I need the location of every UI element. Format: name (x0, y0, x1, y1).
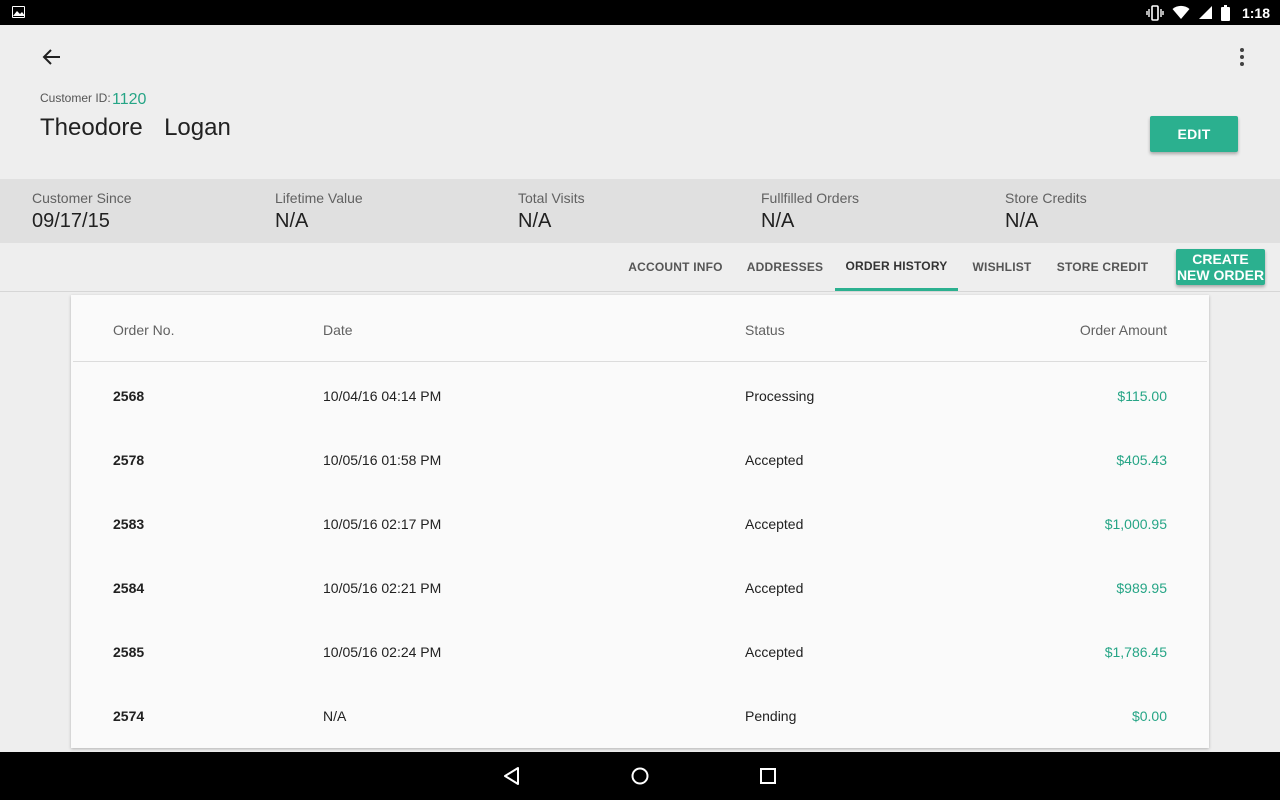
nav-home-button[interactable] (628, 764, 652, 788)
order-number: 2578 (113, 452, 145, 468)
status-icons: 1:18 (1146, 0, 1270, 25)
stat-customer-since: Customer Since 09/17/15 (32, 190, 132, 233)
order-date: 10/05/16 01:58 PM (323, 452, 442, 468)
stat-label: Fullfilled Orders (761, 190, 860, 206)
order-date: 10/05/16 02:21 PM (323, 580, 442, 596)
nav-back-icon (504, 767, 519, 785)
order-status: Accepted (745, 452, 804, 468)
stat-label: Customer Since (32, 190, 132, 206)
order-amount: $115.00 (1117, 388, 1167, 404)
stat-value: N/A (761, 210, 795, 232)
back-button[interactable] (36, 45, 68, 69)
customer-header: Customer ID: 1120 Theodore Logan EDIT (0, 25, 1280, 179)
nav-back-button[interactable] (500, 764, 524, 788)
tab-wishlist[interactable]: WISHLIST (958, 243, 1046, 291)
order-number: 2585 (113, 644, 145, 660)
table-row[interactable]: 2585 10/05/16 02:24 PM Accepted $1,786.4… (71, 620, 1209, 684)
create-order-label: CREATE NEW ORDER (1177, 251, 1264, 283)
signal-icon (1198, 6, 1212, 19)
order-status: Accepted (745, 644, 804, 660)
order-number: 2574 (113, 708, 145, 724)
order-status: Processing (745, 388, 815, 404)
tab-store-credit[interactable]: STORE CREDIT (1046, 243, 1159, 291)
order-amount: $1,786.45 (1104, 644, 1167, 660)
order-status: Pending (745, 708, 797, 724)
nav-recents-icon (760, 768, 776, 784)
nav-recents-button[interactable] (756, 764, 780, 788)
stat-value: N/A (275, 210, 309, 232)
stat-value: 09/17/15 (32, 210, 110, 232)
image-icon (12, 6, 25, 18)
stat-lifetime-value: Lifetime Value N/A (275, 190, 363, 233)
stat-label: Lifetime Value (275, 190, 363, 206)
order-amount: $989.95 (1116, 580, 1167, 596)
wifi-icon (1172, 5, 1190, 19)
order-number: 2584 (113, 580, 145, 596)
order-status: Accepted (745, 516, 804, 532)
create-order-line1: CREATE (1192, 251, 1249, 267)
order-number: 2568 (113, 388, 145, 404)
tab-account-info[interactable]: ACCOUNT INFO (616, 243, 735, 291)
edit-button[interactable]: EDIT (1150, 116, 1238, 152)
header-order-no: Order No. (113, 322, 175, 338)
tab-addresses[interactable]: ADDRESSES (735, 243, 835, 291)
clock: 1:18 (1241, 4, 1270, 21)
arrow-back-icon (42, 49, 60, 65)
order-history-table: Order No. Date Status Order Amount 2568 … (71, 295, 1209, 748)
tab-bar: ACCOUNT INFO ADDRESSES ORDER HISTORY WIS… (0, 243, 1280, 292)
stat-fulfilled-orders: Fullfilled Orders N/A (761, 190, 859, 233)
order-date: 10/05/16 02:17 PM (323, 516, 442, 532)
battery-icon (1220, 4, 1230, 21)
order-number: 2583 (113, 516, 145, 532)
table-row[interactable]: 2583 10/05/16 02:17 PM Accepted $1,000.9… (71, 492, 1209, 556)
table-row[interactable]: 2584 10/05/16 02:21 PM Accepted $989.95 (71, 556, 1209, 620)
stat-value: N/A (518, 210, 552, 232)
table-row[interactable]: 2574 N/A Pending $0.00 (71, 684, 1209, 748)
customer-stats: Customer Since 09/17/15 Lifetime Value N… (0, 179, 1280, 243)
header-date: Date (323, 322, 353, 338)
status-bar: 1:18 (0, 0, 1280, 25)
order-amount: $0.00 (1131, 708, 1167, 724)
table-row[interactable]: 2578 10/05/16 01:58 PM Accepted $405.43 (71, 428, 1209, 492)
stat-store-credits: Store Credits N/A (1005, 190, 1087, 233)
vibrate-icon (1146, 4, 1164, 21)
create-new-order-button[interactable]: CREATE NEW ORDER (1176, 249, 1265, 285)
header-divider (73, 361, 1207, 362)
order-date: N/A (323, 708, 347, 724)
order-date: 10/05/16 02:24 PM (323, 644, 442, 660)
order-amount: $1,000.95 (1104, 516, 1167, 532)
stat-label: Store Credits (1005, 190, 1087, 206)
stat-total-visits: Total Visits N/A (518, 190, 585, 233)
header-status: Status (745, 322, 785, 338)
stat-label: Total Visits (518, 190, 585, 206)
more-options-button[interactable] (1230, 45, 1254, 69)
tab-order-history[interactable]: ORDER HISTORY (835, 243, 958, 291)
order-date: 10/04/16 04:14 PM (323, 388, 442, 404)
order-status: Accepted (745, 580, 804, 596)
table-row[interactable]: 2568 10/04/16 04:14 PM Processing $115.0… (71, 364, 1209, 428)
system-navigation-bar (0, 752, 1280, 800)
order-amount: $405.43 (1116, 452, 1167, 468)
customer-name: Theodore Logan (40, 114, 231, 141)
table-header: Order No. Date Status Order Amount (71, 295, 1209, 362)
nav-home-icon (631, 767, 649, 785)
create-order-line2: NEW ORDER (1176, 267, 1265, 283)
stat-value: N/A (1005, 210, 1039, 232)
header-order-amount: Order Amount (1079, 322, 1167, 338)
customer-id-label: Customer ID: (40, 91, 111, 105)
customer-id-value: 1120 (112, 91, 147, 108)
more-vert-icon (1240, 48, 1244, 66)
